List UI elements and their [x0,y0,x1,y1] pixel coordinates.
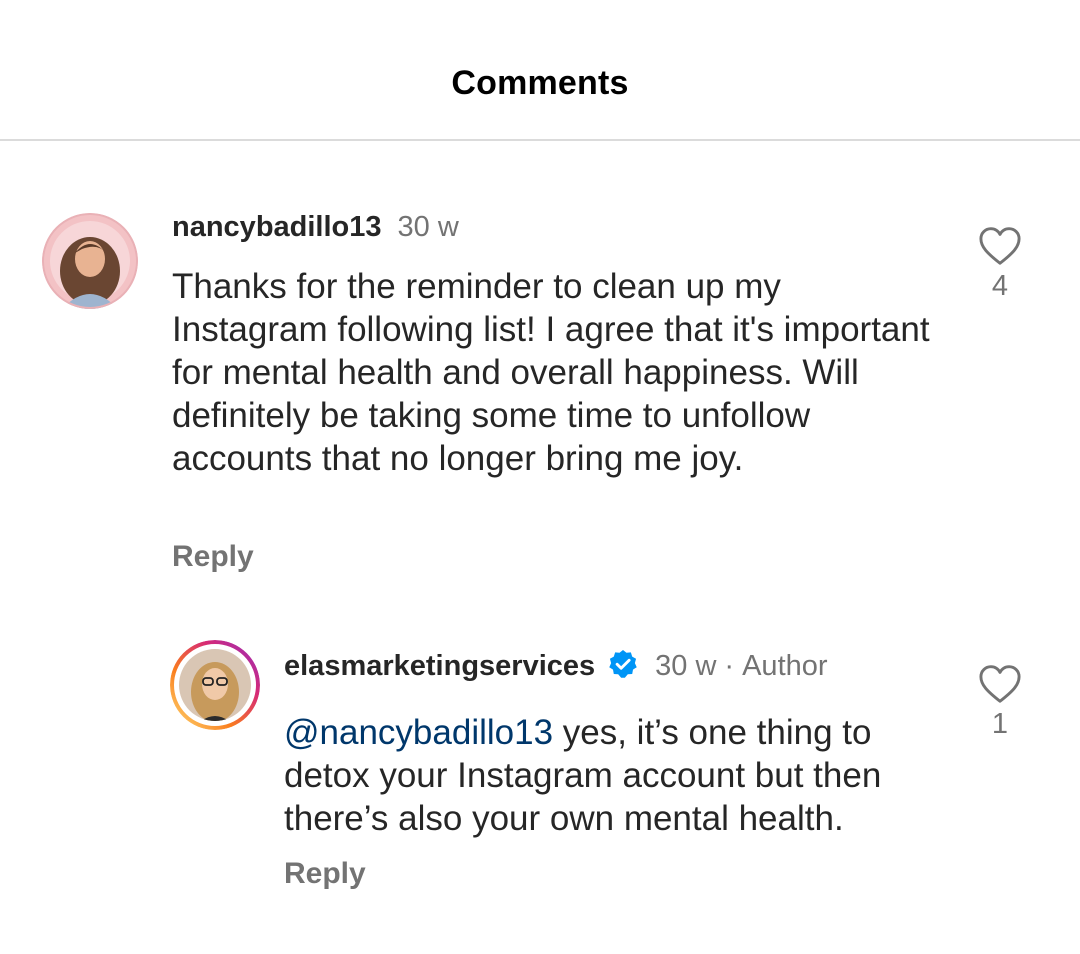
like-count: 4 [991,270,1009,302]
mention-link[interactable]: @nancybadillo13 [284,713,553,752]
profile-photo-icon [170,640,260,730]
comment-timestamp: 30 w [397,211,459,243]
author-badge: Author [742,650,828,682]
heart-icon[interactable] [978,664,1022,704]
page-title: Comments [451,64,629,102]
verified-badge-icon [609,650,637,678]
reply-button[interactable]: Reply [172,540,254,574]
reply-text: @nancybadillo13 yes, it’s one thing to d… [284,711,924,840]
comment-text: Thanks for the reminder to clean up my I… [172,267,930,478]
reply-timestamp: 30 w [655,650,717,682]
separator-dot: · [724,650,735,682]
profile-photo-icon [42,213,138,309]
like-group: 4 [970,226,1030,303]
comment-username[interactable]: nancybadillo13 [172,211,382,243]
comments-header: Comments [0,0,1080,141]
comment-meta: nancybadillo13 30 w [172,210,459,244]
avatar[interactable] [170,640,260,730]
avatar[interactable] [42,213,138,309]
reply-meta: elasmarketingservices 30 w · Author [284,648,828,683]
heart-icon[interactable] [978,226,1022,266]
like-count: 1 [991,708,1009,740]
like-group: 1 [970,664,1030,741]
reply-button[interactable]: Reply [284,857,366,891]
reply-username[interactable]: elasmarketingservices [284,650,595,682]
